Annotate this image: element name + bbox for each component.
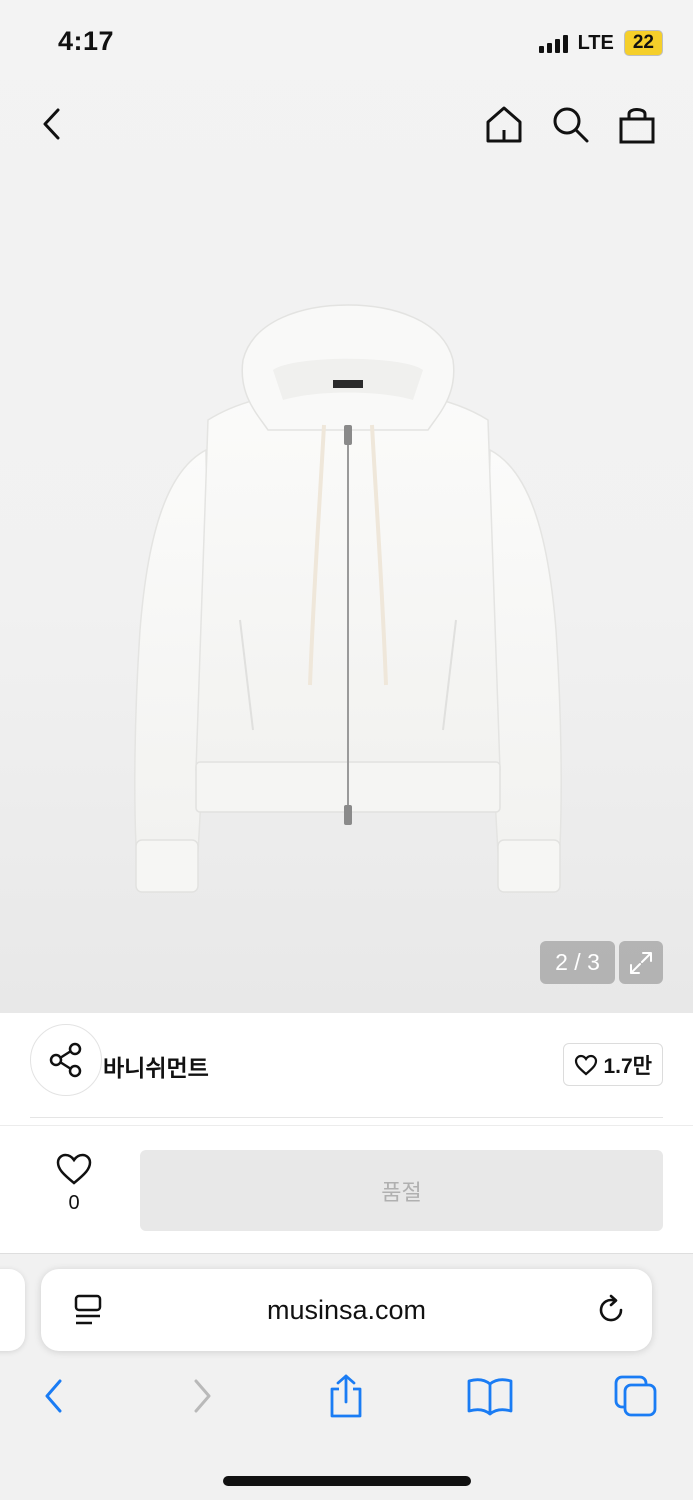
brand-like-count: 1.7만 (603, 1054, 652, 1078)
status-indicators: LTE 22 (538, 30, 663, 56)
product-image (134, 304, 562, 893)
chevron-left-icon (43, 108, 60, 140)
chevron-left-icon (45, 1379, 62, 1413)
expand-icon (630, 951, 652, 974)
expand-button[interactable] (619, 941, 663, 984)
browser-share-button[interactable] (322, 1372, 370, 1420)
share-icon (49, 1042, 82, 1078)
home-button[interactable] (480, 100, 528, 148)
brand-like-button[interactable]: 1.7만 (563, 1043, 663, 1086)
top-navigation (0, 100, 693, 160)
purchase-bar: 0 품절 (0, 1125, 693, 1253)
shopping-bag-icon (619, 108, 655, 144)
address-bar[interactable]: musinsa.com (41, 1269, 652, 1351)
cart-button[interactable] (613, 100, 661, 148)
battery-indicator: 22 (623, 30, 663, 56)
share-button[interactable] (30, 1024, 102, 1096)
image-counter: 2 / 3 (540, 941, 615, 984)
product-gallery[interactable]: 2 / 3 (0, 0, 693, 1013)
browser-back-button[interactable] (30, 1372, 78, 1420)
back-button[interactable] (28, 100, 76, 148)
search-icon (553, 107, 589, 143)
signal-icon (538, 33, 568, 53)
divider (30, 1117, 663, 1118)
heart-icon (56, 1153, 92, 1185)
search-button[interactable] (546, 100, 594, 148)
browser-forward-button[interactable] (178, 1372, 226, 1420)
status-time: 4:17 (58, 26, 115, 56)
book-icon (467, 1378, 513, 1416)
url-text: musinsa.com (266, 1295, 427, 1325)
chevron-right-icon (194, 1379, 211, 1413)
wish-count: 0 (68, 1192, 80, 1214)
share-icon (330, 1374, 362, 1418)
home-indicator (223, 1476, 471, 1486)
brand-row: 바니쉬먼트 1.7만 (0, 1013, 693, 1118)
browser-tabs-button[interactable] (612, 1372, 660, 1420)
network-type: LTE (577, 31, 614, 54)
browser-bookmarks-button[interactable] (466, 1372, 514, 1420)
reload-icon[interactable] (594, 1293, 628, 1327)
heart-icon (575, 1054, 598, 1075)
brand-name[interactable]: 바니쉬먼트 (103, 1049, 209, 1083)
status-bar: 4:17 LTE 22 (0, 0, 693, 84)
sold-out-button[interactable]: 품절 (140, 1150, 663, 1231)
browser-chrome: musinsa.com (0, 1253, 693, 1500)
home-icon (486, 106, 522, 143)
tabs-icon (614, 1375, 657, 1417)
previous-tab-preview[interactable] (0, 1269, 25, 1351)
wish-button[interactable]: 0 (52, 1152, 96, 1215)
